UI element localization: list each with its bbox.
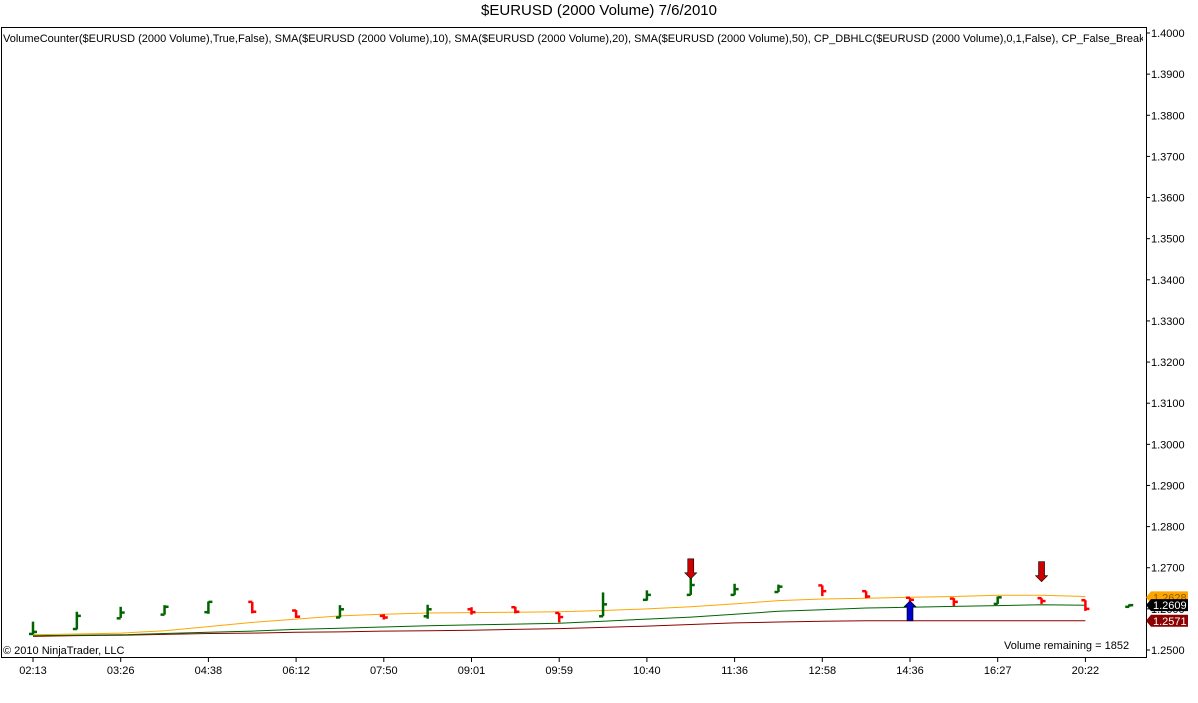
- y-tick-label: 1.3900: [1151, 69, 1185, 81]
- y-tick-label: 1.3800: [1151, 110, 1185, 122]
- x-tick-label: 03:26: [107, 665, 135, 677]
- price-tag-label: 1.2609: [1153, 600, 1187, 612]
- buy-arrow-icon: [903, 600, 917, 622]
- x-tick-label: 12:58: [809, 665, 837, 677]
- x-tick-label: 11:36: [721, 665, 748, 677]
- price-tag: 1.2571: [1146, 614, 1188, 628]
- ohlc-bar: [160, 605, 169, 616]
- y-tick-label: 1.3200: [1151, 357, 1185, 369]
- y-tick-label: 1.3400: [1151, 275, 1185, 287]
- x-tick-label: 09:59: [545, 665, 573, 677]
- sell-arrow-icon: [684, 558, 698, 580]
- time-axis[interactable]: 02:13 03:26 04:38 06:12 07:50 09:01 09:59 10:40…: [19, 658, 1099, 677]
- ohlc-bar: [642, 590, 651, 602]
- ohlc-bar: [1037, 596, 1046, 604]
- ohlc-bar: [599, 592, 608, 618]
- price-tags: 1.26281.26091.2571: [1146, 591, 1188, 628]
- copyright-text: © 2010 NinjaTrader, LLC: [3, 645, 125, 657]
- y-tick-label: 1.3700: [1151, 151, 1185, 163]
- ohlc-bar: [686, 578, 695, 597]
- price-tag: 1.2609: [1146, 599, 1188, 612]
- ohlc-bar: [949, 597, 958, 606]
- ohlc-bar: [774, 584, 783, 594]
- ohlc-bar: [862, 589, 871, 599]
- y-tick-label: 1.3000: [1151, 439, 1185, 451]
- y-tick-label: 1.3600: [1151, 193, 1185, 205]
- x-tick-label: 16:27: [984, 665, 1012, 677]
- y-tick-label: 1.2800: [1151, 522, 1185, 534]
- y-tick-label: 1.2500: [1151, 645, 1185, 657]
- ohlc-bar: [204, 600, 213, 614]
- x-tick-label: 07:50: [370, 665, 398, 677]
- signal-arrows: [684, 558, 1049, 622]
- ohlc-bar: [116, 606, 125, 620]
- y-tick-label: 1.3100: [1151, 398, 1185, 410]
- ohlc-bar: [72, 611, 81, 631]
- price-axis[interactable]: 1.4000 1.3900 1.3800 1.3700 1.3600 1.3500 1.34…: [1146, 28, 1185, 657]
- ohlc-bar: [818, 584, 827, 597]
- volume-remaining-label: Volume remaining = 1852: [1004, 640, 1130, 652]
- ohlc-bar: [423, 604, 432, 619]
- x-tick-label: 09:01: [458, 665, 486, 677]
- ohlc-chart: 1.4000 1.3900 1.3800 1.3700 1.3600 1.3500 1.34…: [19, 28, 1188, 677]
- ohlc-bar: [555, 611, 564, 623]
- y-tick-label: 1.3300: [1151, 316, 1185, 328]
- x-tick-label: 10:40: [633, 665, 661, 677]
- ohlc-bar: [292, 609, 301, 618]
- price-tag-label: 1.2571: [1153, 616, 1187, 628]
- y-tick-label: 1.3500: [1151, 234, 1185, 246]
- ohlc-bar: [1125, 603, 1134, 609]
- ohlc-bar: [248, 600, 257, 614]
- ohlc-bar: [730, 583, 739, 597]
- x-tick-label: 20:22: [1072, 665, 1100, 677]
- y-tick-label: 1.2900: [1151, 480, 1185, 492]
- x-tick-label: 06:12: [282, 665, 310, 677]
- x-tick-label: 02:13: [19, 665, 47, 677]
- y-tick-label: 1.4000: [1151, 28, 1185, 40]
- x-tick-label: 04:38: [195, 665, 223, 677]
- x-tick-label: 14:36: [896, 665, 924, 677]
- ohlc-bar: [993, 596, 1002, 606]
- sell-arrow-icon: [1034, 561, 1049, 583]
- ohlc-bar: [29, 621, 37, 636]
- ohlc-bar: [467, 607, 476, 615]
- y-tick-label: 1.2700: [1151, 563, 1185, 575]
- ohlc-bar: [379, 614, 388, 620]
